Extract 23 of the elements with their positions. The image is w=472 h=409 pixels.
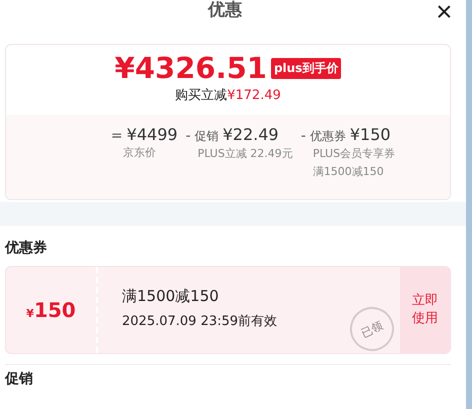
section-title: 促销 — [5, 371, 34, 388]
breakdown-label: 促销 — [194, 128, 219, 145]
coupon-condition: 满1500减150 — [122, 287, 219, 306]
saving-text: 购买立减¥172.49 — [175, 87, 281, 104]
panel-title: 优惠 — [208, 0, 242, 20]
coupon-validity: 2025.07.09 23:59前有效 — [122, 313, 278, 330]
breakdown-amount: ¥4499 — [126, 125, 178, 144]
operator: - — [300, 128, 306, 144]
operator: - — [186, 128, 191, 144]
breakdown-note: 京东价 — [122, 145, 157, 161]
breakdown-amount: ¥150 — [350, 125, 391, 144]
operator: = — [110, 128, 123, 144]
close-button[interactable]: × — [432, 0, 456, 30]
use-now-button[interactable]: 立即使用 — [400, 267, 450, 353]
coupon-value: ¥150 — [26, 298, 76, 322]
final-price: ¥4326.51 — [114, 51, 267, 85]
breakdown-label: 优惠券 — [310, 128, 346, 145]
breakdown-note: 满1500减150 — [312, 164, 385, 180]
section-title: 优惠券 — [5, 240, 48, 257]
breakdown-note: PLUS立减 22.49元 — [198, 146, 293, 162]
breakdown-amount: ¥22.49 — [222, 125, 279, 144]
breakdown-note: PLUS会员专享券 — [312, 146, 396, 162]
price-tag: plus到手价 — [270, 58, 342, 78]
